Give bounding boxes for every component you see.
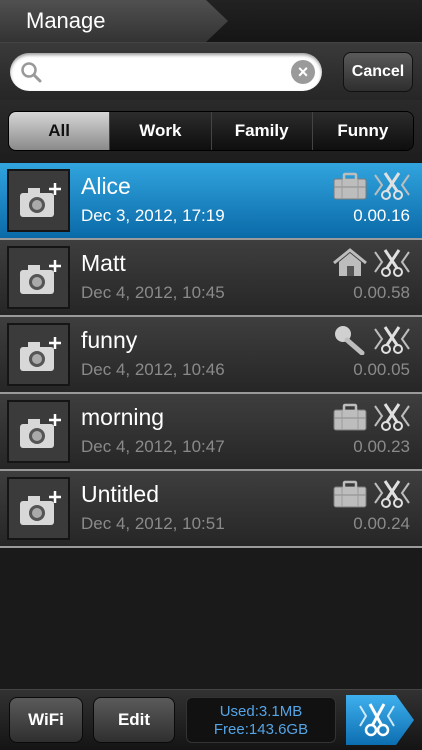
recording-date: Dec 4, 2012, 10:51: [81, 514, 225, 533]
edit-audio-icon[interactable]: [374, 402, 410, 432]
briefcase-icon[interactable]: [332, 479, 368, 509]
bottom-toolbar: WiFi Edit Used:3.1MB Free:143.6GB: [0, 689, 422, 750]
scissors-icon: [359, 703, 395, 737]
recording-duration: 0.00.23: [353, 437, 410, 456]
recording-row[interactable]: funny Dec 4, 2012, 10:46 0.00.05: [0, 317, 422, 394]
add-photo-button[interactable]: [7, 477, 70, 540]
recording-date: Dec 3, 2012, 17:19: [81, 206, 225, 225]
cancel-button[interactable]: Cancel: [343, 52, 413, 92]
recording-name: morning: [81, 404, 165, 430]
search-field[interactable]: ×: [10, 53, 322, 91]
filter-segmented-control: All Work Family Funny: [8, 111, 414, 151]
recording-name: funny: [81, 327, 138, 353]
recording-duration: 0.00.16: [353, 206, 410, 225]
edit-audio-icon[interactable]: [374, 248, 410, 278]
edit-audio-icon[interactable]: [374, 479, 410, 509]
recording-duration: 0.00.58: [353, 283, 410, 302]
recording-name: Matt: [81, 250, 126, 276]
wifi-button[interactable]: WiFi: [9, 697, 83, 743]
scissors-button[interactable]: [346, 695, 414, 745]
storage-indicator: Used:3.1MB Free:143.6GB: [186, 697, 336, 743]
recording-date: Dec 4, 2012, 10:47: [81, 437, 225, 456]
recording-row[interactable]: Matt Dec 4, 2012, 10:45 0.00.58: [0, 240, 422, 317]
recording-name: Alice: [81, 173, 131, 199]
recording-row[interactable]: Alice Dec 3, 2012, 17:19 0.00.16: [0, 163, 422, 240]
filter-tab-funny[interactable]: Funny: [312, 112, 413, 150]
recording-date: Dec 4, 2012, 10:45: [81, 283, 225, 302]
search-input[interactable]: [52, 53, 282, 91]
recording-row[interactable]: Untitled Dec 4, 2012, 10:51 0.00.24: [0, 471, 422, 548]
filter-tab-family[interactable]: Family: [211, 112, 313, 150]
recordings-list: Alice Dec 3, 2012, 17:19 0.00.16 Matt Dec 4,…: [0, 163, 422, 548]
briefcase-icon[interactable]: [332, 171, 368, 201]
edit-audio-icon[interactable]: [374, 171, 410, 201]
edit-audio-icon[interactable]: [374, 325, 410, 355]
edit-button[interactable]: Edit: [93, 697, 175, 743]
page-title: Manage: [0, 0, 228, 42]
filter-tab-all[interactable]: All: [9, 112, 111, 150]
recording-date: Dec 4, 2012, 10:46: [81, 360, 225, 379]
search-row: × Cancel: [0, 42, 422, 100]
recording-name: Untitled: [81, 481, 159, 507]
add-photo-button[interactable]: [7, 169, 70, 232]
add-photo-button[interactable]: [7, 400, 70, 463]
recording-duration: 0.00.24: [353, 514, 410, 533]
clear-icon[interactable]: ×: [291, 60, 315, 84]
add-photo-button[interactable]: [7, 323, 70, 386]
recording-duration: 0.00.05: [353, 360, 410, 379]
storage-free: Free:143.6GB: [213, 721, 309, 738]
house-icon[interactable]: [332, 248, 368, 278]
header-bar: Manage: [0, 0, 422, 42]
briefcase-icon[interactable]: [332, 402, 368, 432]
search-icon: [21, 62, 42, 83]
filter-tab-work[interactable]: Work: [110, 112, 212, 150]
storage-used: Used:3.1MB: [219, 703, 303, 720]
add-photo-button[interactable]: [7, 246, 70, 309]
filter-bar: All Work Family Funny: [0, 100, 422, 162]
recording-row[interactable]: morning Dec 4, 2012, 10:47 0.00.23: [0, 394, 422, 471]
microphone-icon[interactable]: [332, 325, 368, 356]
